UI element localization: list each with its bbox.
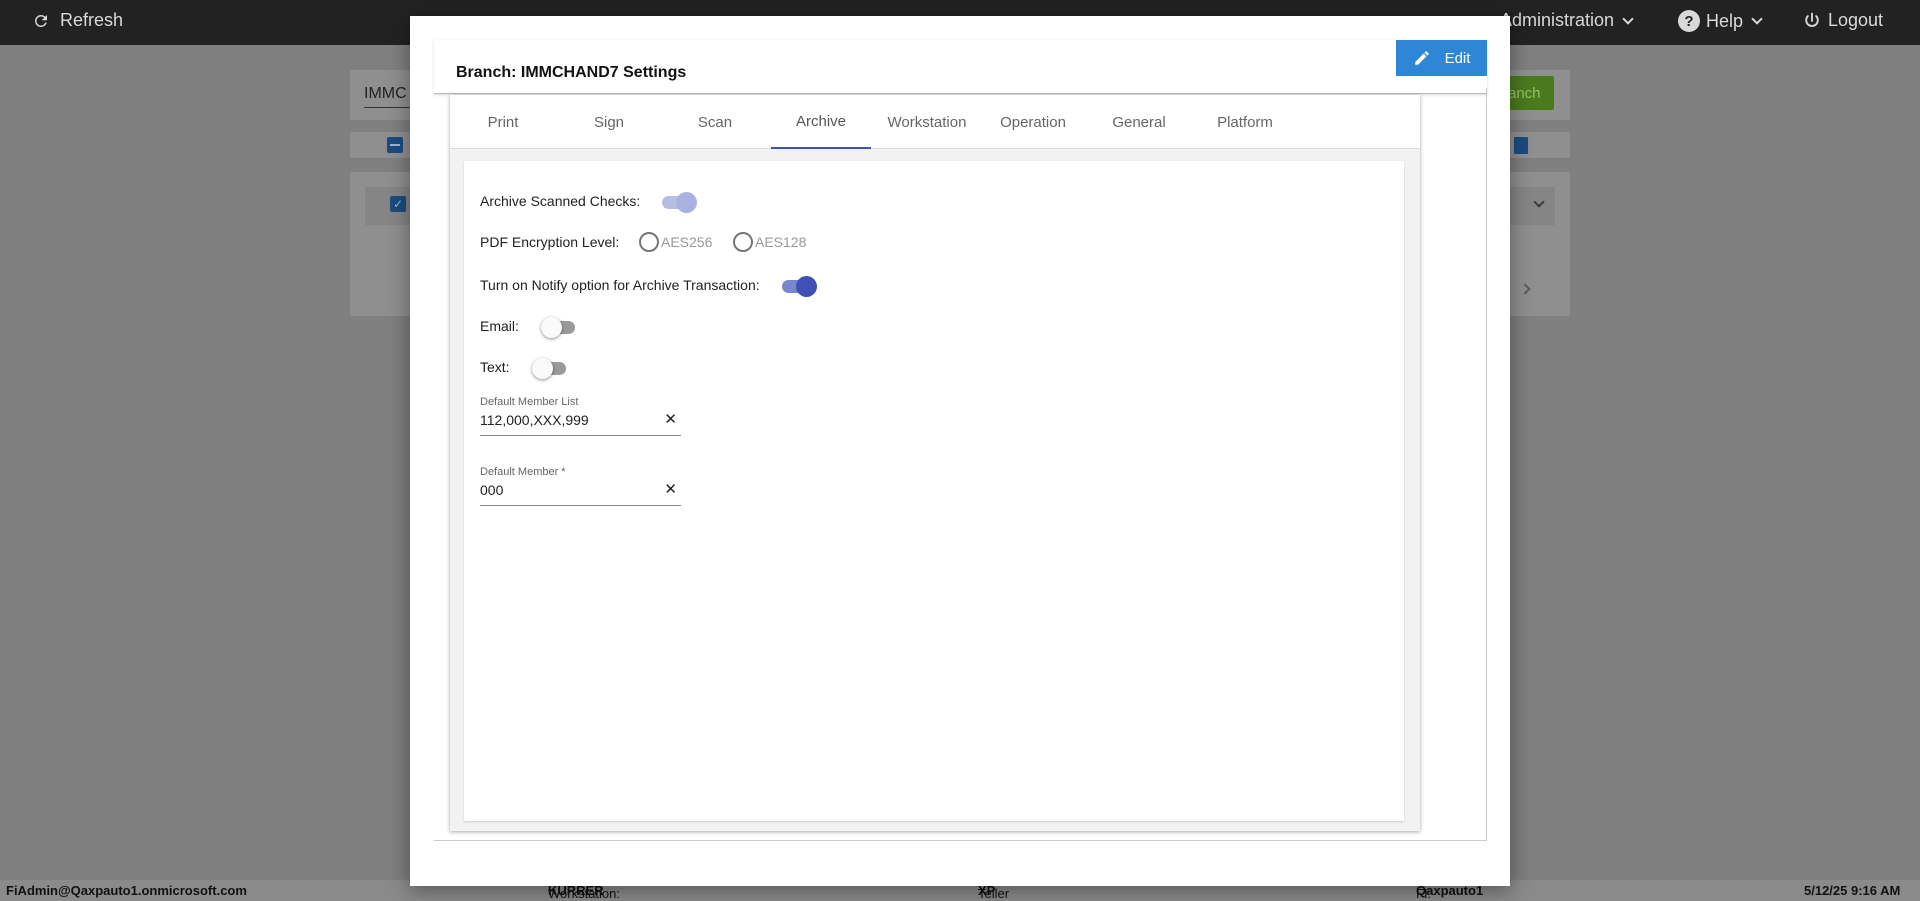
row-checkbox[interactable]: ✓: [390, 196, 406, 212]
notify-archive-label: Turn on Notify option for Archive Transa…: [480, 277, 760, 293]
aes128-label: AES128: [755, 234, 807, 250]
trash-icon[interactable]: [1514, 137, 1528, 154]
power-icon: [1805, 12, 1819, 27]
archive-scanned-checks-label: Archive Scanned Checks:: [480, 193, 641, 209]
pdf-encryption-label: PDF Encryption Level:: [480, 234, 620, 250]
default-member-field[interactable]: Default Member * 000 ✕: [480, 466, 681, 506]
branch-search-input[interactable]: IMMC: [364, 85, 407, 103]
tab-general[interactable]: General: [1089, 95, 1189, 149]
aes128-radio[interactable]: [733, 232, 753, 252]
archive-scanned-checks-toggle[interactable]: [660, 191, 698, 213]
administration-label: Administration: [1500, 10, 1615, 30]
default-member-list-label: Default Member List: [480, 396, 579, 408]
help-menu[interactable]: ? Help: [1678, 10, 1763, 32]
archive-settings-panel: Archive Scanned Checks: PDF Encryption L…: [464, 161, 1404, 821]
edit-button[interactable]: Edit: [1396, 40, 1487, 76]
administration-menu[interactable]: Administration: [1500, 10, 1634, 31]
toggle-knob: [796, 276, 817, 297]
logout-button[interactable]: Logout: [1802, 10, 1883, 31]
footer-datetime: 5/12/25 9:16 AM: [1804, 883, 1901, 898]
clear-icon[interactable]: ✕: [664, 410, 677, 428]
tab-archive[interactable]: Archive: [771, 95, 871, 149]
email-label: Email:: [480, 318, 519, 334]
default-member-input[interactable]: 000: [480, 482, 503, 498]
refresh-icon: [34, 14, 47, 27]
tab-scan[interactable]: Scan: [665, 95, 765, 149]
settings-tabs-card: Print Sign Scan Archive Workstation Oper…: [450, 95, 1420, 831]
footer-user: FiAdmin@Qaxpauto1.onmicrosoft.com: [6, 883, 247, 898]
aes256-radio[interactable]: [639, 232, 659, 252]
edit-label: Edit: [1444, 49, 1471, 67]
pencil-icon: [1414, 51, 1429, 65]
tab-workstation[interactable]: Workstation: [877, 95, 977, 149]
toggle-knob: [676, 192, 697, 213]
settings-tabs: Print Sign Scan Archive Workstation Oper…: [450, 95, 1420, 149]
chevron-down-icon: [1622, 12, 1634, 25]
help-icon: ?: [1678, 10, 1700, 32]
tab-platform[interactable]: Platform: [1195, 95, 1295, 149]
tab-print[interactable]: Print: [453, 95, 553, 149]
text-toggle[interactable]: [532, 357, 570, 379]
chevron-down-icon: [1751, 13, 1763, 25]
workstation-label: Workstation:: [548, 886, 621, 901]
fi-label: FI:: [1416, 886, 1432, 901]
deselect-all-checkbox[interactable]: [387, 137, 403, 153]
help-label: Help: [1706, 10, 1744, 31]
dialog-header: Branch: IMMCHAND7 Settings: [434, 40, 1487, 94]
email-toggle[interactable]: [541, 316, 579, 338]
default-member-list-input[interactable]: 112,000,XXX,999: [480, 412, 589, 428]
notify-archive-toggle[interactable]: [780, 275, 818, 297]
default-member-list-field[interactable]: Default Member List 112,000,XXX,999 ✕: [480, 396, 681, 436]
toggle-knob: [532, 358, 553, 379]
refresh-button[interactable]: Refresh: [32, 10, 123, 31]
branch-settings-dialog: Branch: IMMCHAND7 Settings Edit Print Si…: [410, 16, 1510, 886]
clear-icon[interactable]: ✕: [664, 480, 677, 498]
tab-operation[interactable]: Operation: [983, 95, 1083, 149]
text-label: Text:: [480, 359, 510, 375]
tab-sign[interactable]: Sign: [559, 95, 659, 149]
dialog-title: Branch: IMMCHAND7 Settings: [456, 64, 687, 81]
teller-platform-label: Teller Platform:: [978, 886, 1010, 901]
logout-label: Logout: [1828, 10, 1884, 30]
toggle-knob: [541, 317, 562, 338]
default-member-label: Default Member *: [480, 466, 566, 478]
aes256-label: AES256: [661, 234, 713, 250]
refresh-label: Refresh: [60, 10, 124, 30]
